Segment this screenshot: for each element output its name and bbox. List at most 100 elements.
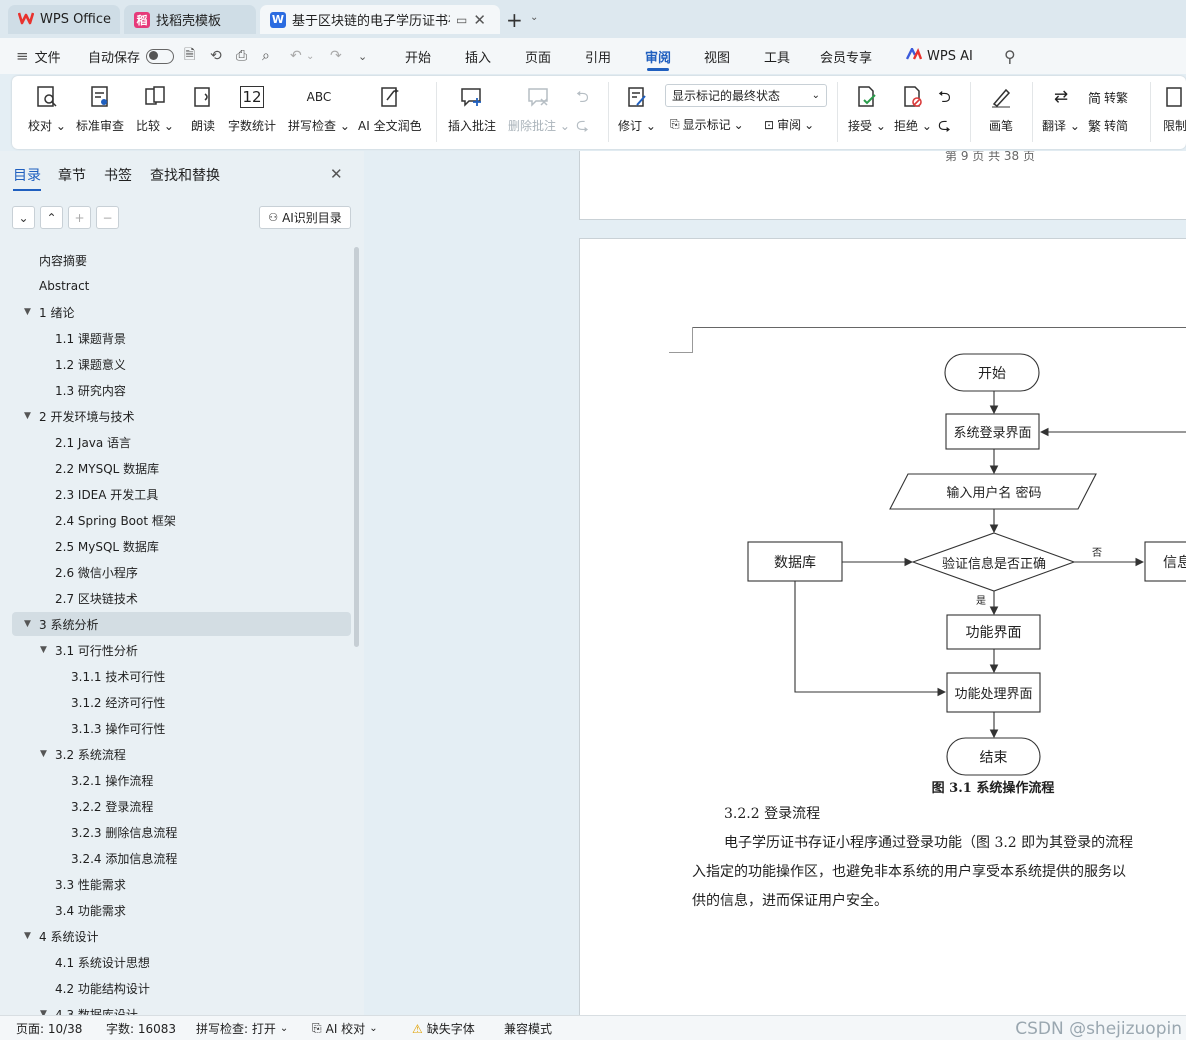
insert-comment-button[interactable]: 插入批注: [448, 82, 496, 134]
toc-item[interactable]: 2.1 Java 语言: [55, 429, 131, 455]
menu-references[interactable]: 引用: [585, 38, 611, 74]
wps-ai-menu[interactable]: WPS AI: [905, 38, 973, 74]
toc-item[interactable]: 3.4 功能需求: [55, 897, 126, 923]
toc-item[interactable]: 4.1 系统设计思想: [55, 949, 150, 975]
compare-button[interactable]: 比较 ⌄: [136, 82, 174, 134]
search-icon[interactable]: ⚲: [1004, 38, 1016, 74]
toc-expand-arrow-icon[interactable]: ▼: [40, 645, 47, 655]
menu-view[interactable]: 视图: [704, 38, 730, 74]
page-indicator[interactable]: 页面: 10/38: [16, 1016, 82, 1040]
menu-member[interactable]: 会员专享: [820, 38, 872, 74]
collapse-up-icon[interactable]: ⌃: [40, 206, 63, 229]
monitor-icon[interactable]: ▭: [456, 13, 467, 27]
spell-check-status[interactable]: 拼写检查: 打开 ⌄: [196, 1016, 288, 1040]
toc-expand-arrow-icon[interactable]: ▼: [40, 749, 47, 759]
toc-item[interactable]: 3.2.2 登录流程: [71, 793, 153, 819]
tab-find-replace[interactable]: 查找和替换: [150, 165, 220, 185]
close-tab-icon[interactable]: ✕: [473, 11, 486, 29]
remove-heading-icon[interactable]: −: [96, 206, 119, 229]
toc-item[interactable]: 2.5 MySQL 数据库: [55, 533, 159, 559]
read-aloud-button[interactable]: 朗读: [188, 82, 218, 134]
ai-toc-button[interactable]: ⚇ AI识别目录: [259, 206, 351, 229]
menu-review[interactable]: 审阅: [645, 38, 671, 74]
toc-item[interactable]: 2.6 微信小程序: [55, 559, 138, 585]
accept-button[interactable]: 接受 ⌄: [848, 82, 886, 134]
toc-item[interactable]: 3.1.3 操作可行性: [71, 715, 165, 741]
toc-item[interactable]: ▼ 4 系统设计: [24, 923, 98, 949]
tab-bookmarks[interactable]: 书签: [104, 165, 132, 185]
toc-item[interactable]: ▼ 2 开发环境与技术: [24, 403, 134, 429]
undo-dropdown-icon[interactable]: ⌄: [306, 38, 314, 74]
toc-item[interactable]: ▼ 4.3 数据库设计: [40, 1001, 138, 1016]
word-count-button[interactable]: 12 字数统计: [228, 82, 276, 134]
menu-tools[interactable]: 工具: [764, 38, 790, 74]
translate-button[interactable]: ⇄ 翻译 ⌄: [1042, 82, 1080, 134]
toc-item[interactable]: 3.1.2 经济可行性: [71, 689, 165, 715]
chevron-down-icon[interactable]: ⌄: [530, 12, 538, 23]
toc-item[interactable]: 3.3 性能需求: [55, 871, 126, 897]
next-comment-icon[interactable]: ⮎: [576, 114, 589, 141]
toc-item[interactable]: 1.3 研究内容: [55, 377, 126, 403]
spell-check-button[interactable]: ABC 拼写检查 ⌄: [288, 82, 350, 134]
print-preview-icon[interactable]: ⌕: [262, 38, 270, 74]
track-changes-button[interactable]: 修订 ⌄: [618, 82, 656, 134]
menu-home[interactable]: 开始: [405, 38, 431, 74]
toc-item[interactable]: 1.1 课题背景: [55, 325, 126, 351]
toc-expand-arrow-icon[interactable]: ▼: [24, 411, 31, 421]
toc-expand-arrow-icon[interactable]: ▼: [24, 931, 31, 941]
markup-view-select[interactable]: 显示标记的最终状态 ⌄: [665, 84, 827, 107]
toc-expand-arrow-icon[interactable]: ▼: [24, 307, 31, 317]
share-icon[interactable]: ⟲: [210, 38, 222, 74]
toc-item[interactable]: 3.2.3 删除信息流程: [71, 819, 177, 845]
add-heading-icon[interactable]: +: [68, 206, 91, 229]
tab-wps-office[interactable]: WPS Office: [8, 5, 120, 34]
save-icon[interactable]: 🗎: [184, 38, 195, 74]
toc-item[interactable]: 2.2 MYSQL 数据库: [55, 455, 159, 481]
redo-icon[interactable]: ↷: [330, 38, 342, 74]
tab-document[interactable]: W 基于区块链的电子学历证书存 ▭ ✕: [260, 5, 500, 34]
missing-font-status[interactable]: ⚠ 缺失字体: [412, 1016, 475, 1040]
new-tab-icon[interactable]: +: [506, 8, 523, 32]
pen-button[interactable]: 画笔: [986, 82, 1016, 134]
autosave-toggle[interactable]: 自动保存: [88, 38, 175, 74]
reject-button[interactable]: 拒绝 ⌄: [894, 82, 932, 134]
toc-item[interactable]: Abstract: [39, 273, 89, 299]
current-page[interactable]: 开始 系统登录界面 输入用户名 密码 验证信息是否正确 数据库 信息 否 是 功…: [579, 238, 1186, 1015]
tab-toc[interactable]: 目录: [13, 165, 41, 191]
print-icon[interactable]: ⎙: [236, 38, 247, 74]
next-change-icon[interactable]: ⮎: [938, 114, 951, 141]
toc-item[interactable]: ▼ 1 绪论: [24, 299, 74, 325]
toc-item[interactable]: 2.4 Spring Boot 框架: [55, 507, 176, 533]
delete-comment-button[interactable]: 删除批注 ⌄: [508, 82, 570, 134]
word-count-indicator[interactable]: 字数: 16083: [106, 1016, 176, 1040]
toc-item[interactable]: 3.2.1 操作流程: [71, 767, 153, 793]
toc-item[interactable]: 3.2.4 添加信息流程: [71, 845, 177, 871]
previous-comment-icon[interactable]: ⮌: [576, 86, 589, 113]
standard-review-button[interactable]: 标准审查: [76, 82, 124, 134]
expand-down-icon[interactable]: ⌄: [12, 206, 35, 229]
proofread-button[interactable]: 校对 ⌄: [28, 82, 66, 134]
toc-expand-arrow-icon[interactable]: ▼: [24, 619, 31, 629]
restrict-button[interactable]: 限制: [1160, 82, 1186, 134]
menu-insert[interactable]: 插入: [465, 38, 491, 74]
toc-item[interactable]: ▼ 3.1 可行性分析: [40, 637, 138, 663]
toc-item[interactable]: 内容摘要: [39, 247, 87, 273]
toggle-switch[interactable]: [146, 48, 175, 64]
undo-icon[interactable]: ↶: [290, 38, 302, 74]
toc-item[interactable]: 2.3 IDEA 开发工具: [55, 481, 158, 507]
to-simplified-button[interactable]: 繁 转简: [1088, 116, 1128, 135]
show-markup-button[interactable]: ⎘ 显示标记 ⌄: [670, 116, 744, 133]
toc-item[interactable]: 1.2 课题意义: [55, 351, 126, 377]
tab-template[interactable]: 稻 找稻壳模板: [124, 5, 256, 34]
review-pane-button[interactable]: ⊡ 审阅 ⌄: [764, 116, 814, 133]
ai-check-status[interactable]: ⎘ AI 校对 ⌄: [312, 1016, 378, 1040]
toc-item[interactable]: ▼ 3 系统分析: [24, 611, 98, 637]
file-menu[interactable]: ≡ 文件: [16, 38, 61, 74]
more-icon[interactable]: ⌄: [358, 38, 367, 74]
menu-page[interactable]: 页面: [525, 38, 551, 74]
previous-change-icon[interactable]: ⮌: [938, 86, 951, 113]
toc-item[interactable]: 4.2 功能结构设计: [55, 975, 150, 1001]
close-panel-icon[interactable]: ✕: [330, 165, 343, 183]
toc-item[interactable]: 2.7 区块链技术: [55, 585, 138, 611]
ai-polish-button[interactable]: AI 全文润色: [358, 82, 422, 134]
